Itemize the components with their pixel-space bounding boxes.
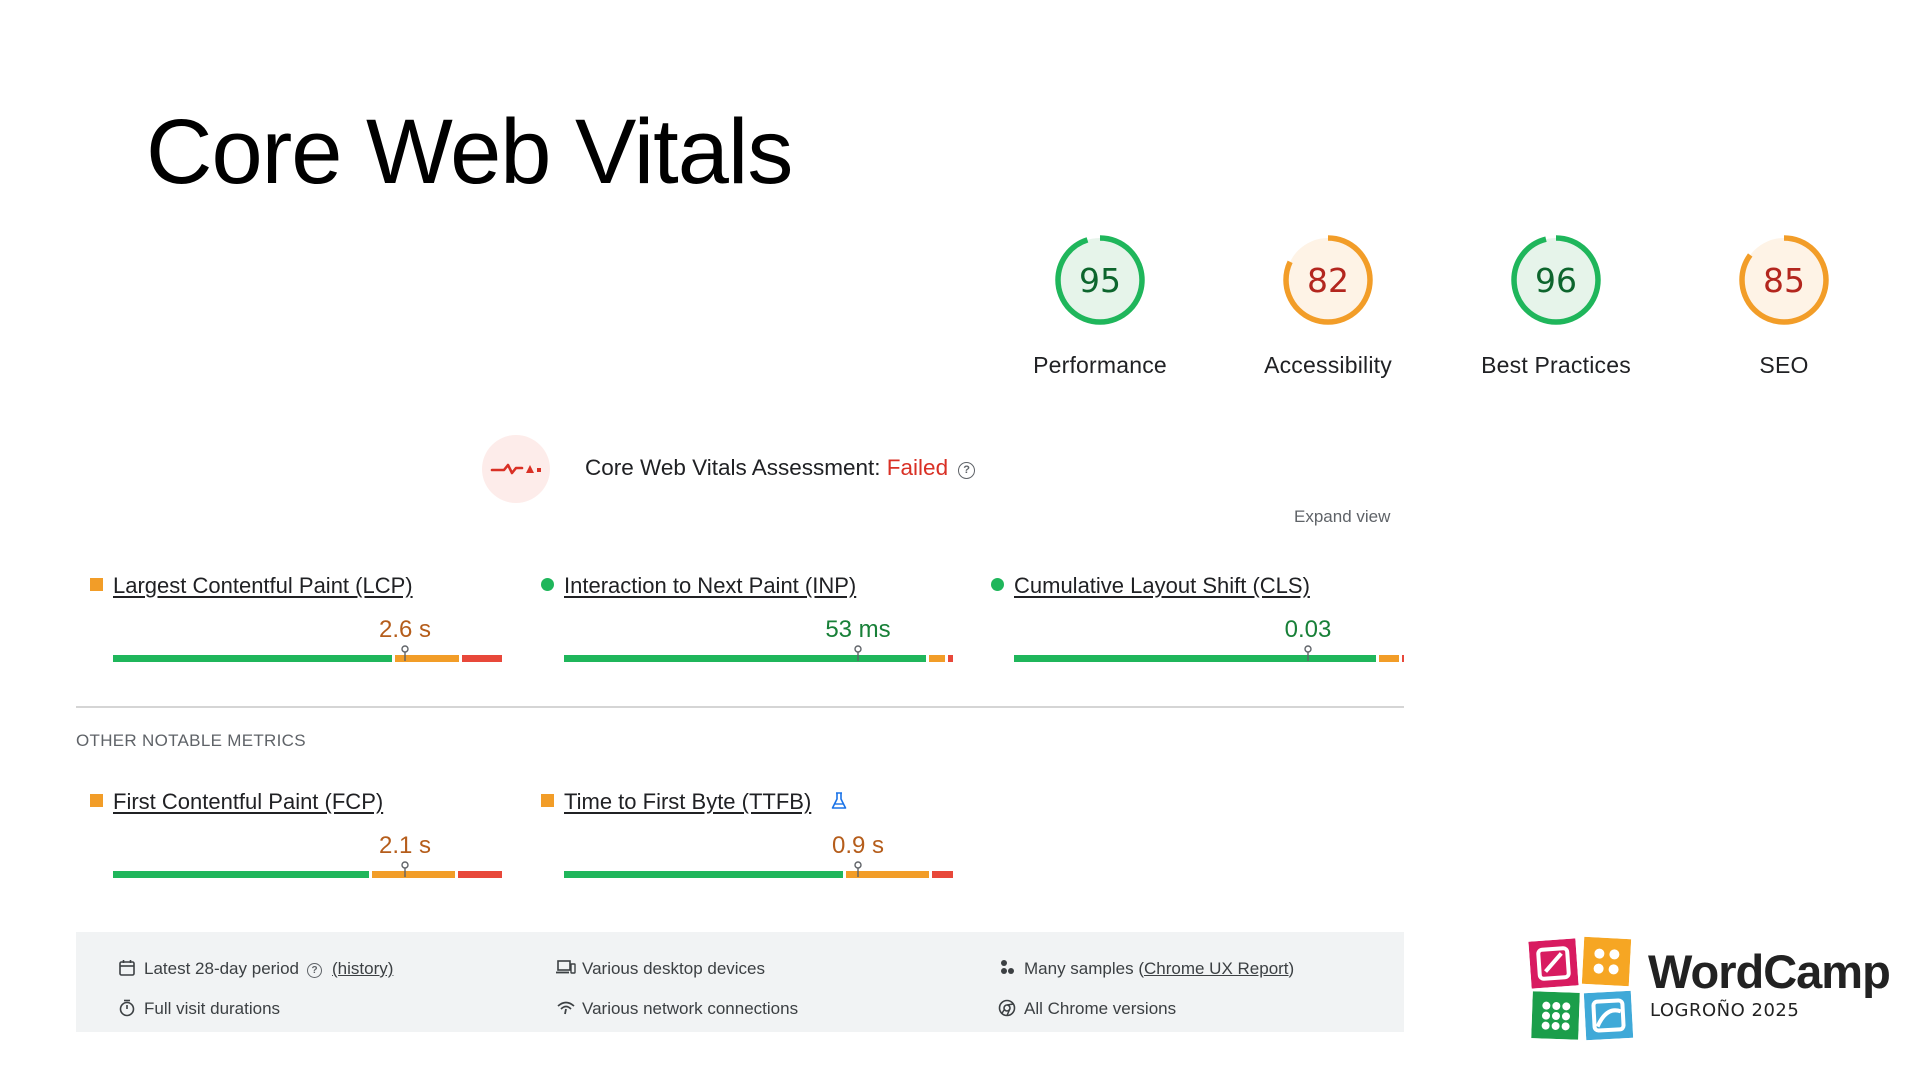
calendar-icon xyxy=(119,960,135,976)
metric-name-link[interactable]: Largest Contentful Paint (LCP) xyxy=(113,573,413,599)
metric-value: 2.1 s xyxy=(379,832,432,859)
distribution-bar xyxy=(1014,645,1406,662)
assessment-badge xyxy=(482,435,550,503)
divider xyxy=(76,706,1404,708)
value-pin-icon xyxy=(401,645,409,661)
chrome-icon xyxy=(998,999,1016,1017)
stopwatch-icon xyxy=(119,999,135,1017)
score-label: SEO xyxy=(1759,352,1809,378)
score-label: Best Practices xyxy=(1481,352,1631,378)
metric-name-link[interactable]: Time to First Byte (TTFB) xyxy=(564,789,811,815)
wordcamp-tile-blue xyxy=(1583,990,1634,1041)
distribution-bar xyxy=(564,861,956,878)
score-ring: 82 xyxy=(1283,235,1373,325)
bar-segment-good xyxy=(1014,655,1376,662)
score-label: Accessibility xyxy=(1264,352,1392,378)
samples-text-after: ) xyxy=(1288,959,1295,978)
bar-segment-good xyxy=(113,655,393,662)
flask-icon[interactable] xyxy=(831,792,847,810)
score-gauge: 82 Accessibility xyxy=(1223,230,1433,379)
metric-value: 0.03 xyxy=(1284,616,1332,643)
value-pin-icon xyxy=(854,861,862,877)
info-box: Latest 28-day period? (history) Full visi… xyxy=(76,932,1404,1032)
history-link[interactable]: (history) xyxy=(332,959,393,978)
tile-bg xyxy=(1581,936,1632,987)
value-pin-icon xyxy=(401,861,409,877)
metric-value: 53 ms xyxy=(825,616,891,643)
distribution-bar xyxy=(113,645,505,662)
score-value: 85 xyxy=(1763,261,1805,300)
score-gauge: 85 SEO xyxy=(1679,230,1889,379)
devices-icon xyxy=(556,960,576,974)
wordcamp-tile-pink xyxy=(1528,938,1579,989)
score-value: 82 xyxy=(1307,261,1349,300)
bar-segment-needs-improvement xyxy=(371,871,455,878)
metric-card: Time to First Byte (TTFB) 0.9 s xyxy=(541,789,953,878)
assessment-prefix: Core Web Vitals Assessment: xyxy=(585,455,887,480)
metric-card: First Contentful Paint (FCP) 2.1 s xyxy=(90,789,502,878)
score-ring: 96 xyxy=(1511,235,1601,325)
score-gauge: 95 Performance xyxy=(995,230,1205,379)
metric-card: Interaction to Next Paint (INP) 53 ms xyxy=(541,573,953,662)
needs-improvement-status-icon xyxy=(90,578,103,591)
samples-text-before: Many samples ( xyxy=(1024,959,1144,978)
metric-value: 0.9 s xyxy=(831,832,885,859)
bar-segment-poor xyxy=(932,871,953,878)
slide-title: Core Web Vitals xyxy=(146,101,793,203)
bar-segment-needs-improvement xyxy=(1378,655,1400,662)
good-status-icon xyxy=(991,578,1004,591)
metric-value: 2.6 s xyxy=(379,616,432,643)
needs-improvement-status-icon xyxy=(541,794,554,807)
other-metrics-heading: OTHER NOTABLE METRICS xyxy=(76,731,306,750)
chrome-ux-report-link[interactable]: Chrome UX Report xyxy=(1144,959,1289,978)
bar-segment-poor xyxy=(457,871,502,878)
score-label: Performance xyxy=(1033,352,1167,378)
metric-name-link[interactable]: First Contentful Paint (FCP) xyxy=(113,789,383,815)
score-gauge: 96 Best Practices xyxy=(1451,230,1661,379)
bar-segment-good xyxy=(564,655,926,662)
wordcamp-name: WordCamp xyxy=(1648,945,1891,998)
metric-name-link[interactable]: Interaction to Next Paint (INP) xyxy=(564,573,856,599)
value-pin-icon xyxy=(1304,645,1312,661)
value-pin-icon xyxy=(854,645,862,661)
metric-card: Largest Contentful Paint (LCP) 2.6 s xyxy=(90,573,502,662)
visits-text: Full visit durations xyxy=(144,999,281,1018)
bar-segment-poor xyxy=(1402,655,1405,662)
score-ring: 85 xyxy=(1739,235,1829,325)
needs-improvement-status-icon xyxy=(90,794,103,807)
tile-bg xyxy=(1583,990,1634,1041)
assessment-status: Failed xyxy=(886,455,949,480)
distribution-bar xyxy=(113,861,505,878)
wordcamp-tile-orange xyxy=(1581,936,1632,987)
metric-card: Cumulative Layout Shift (CLS) 0.03 xyxy=(991,573,1405,662)
bar-segment-poor xyxy=(948,655,953,662)
wifi-icon xyxy=(557,1001,575,1015)
metric-name-link[interactable]: Cumulative Layout Shift (CLS) xyxy=(1014,573,1310,599)
users-icon xyxy=(1001,960,1014,974)
score-ring: 95 xyxy=(1055,235,1145,325)
bar-segment-good xyxy=(564,871,844,878)
period-text: Latest 28-day period xyxy=(144,959,299,978)
failed-pulse-icon xyxy=(490,463,541,475)
assessment-heading: Core Web Vitals Assessment: Failed? xyxy=(585,455,976,481)
question-circle-icon[interactable]: ? xyxy=(958,462,976,479)
wordcamp-tile-green xyxy=(1531,991,1580,1040)
network-text: Various network connections xyxy=(582,999,799,1018)
score-value: 96 xyxy=(1535,261,1577,300)
score-value: 95 xyxy=(1079,261,1121,300)
wordcamp-logo: WordCamp LOGROÑO 2025 xyxy=(1528,936,1891,1042)
distribution-bar xyxy=(564,645,956,662)
expand-view-button[interactable]: Expand view xyxy=(1294,507,1390,527)
wordcamp-edition: LOGROÑO 2025 xyxy=(1650,1000,1800,1021)
bar-segment-needs-improvement xyxy=(928,655,946,662)
bar-segment-good xyxy=(113,871,369,878)
question-circle-icon[interactable]: ? xyxy=(307,963,322,978)
good-status-icon xyxy=(541,578,554,591)
versions-text: All Chrome versions xyxy=(1024,999,1177,1018)
devices-text: Various desktop devices xyxy=(582,959,766,978)
bar-segment-poor xyxy=(461,655,502,662)
